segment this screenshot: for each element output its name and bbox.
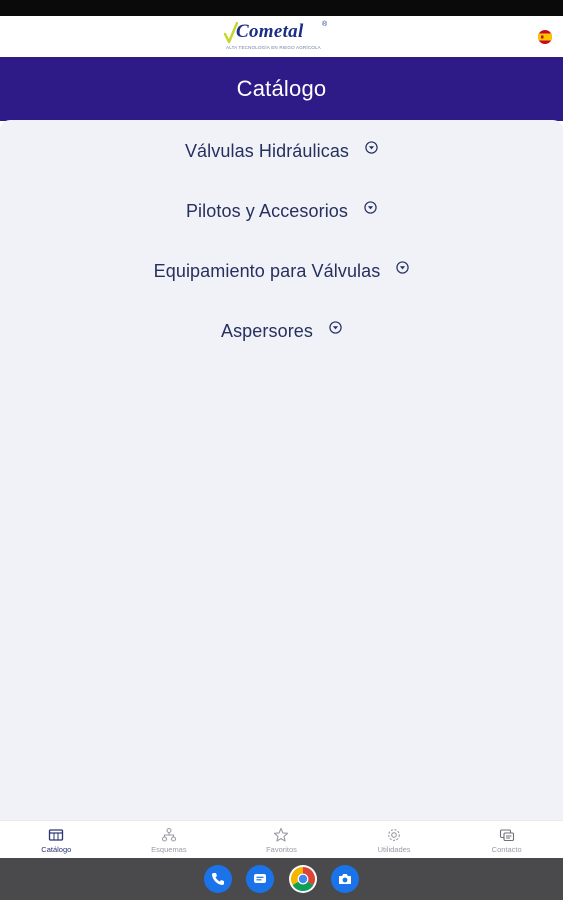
catalog-item-pilotos-accesorios[interactable]: Pilotos y Accesorios — [0, 191, 563, 231]
contact-icon — [499, 829, 514, 842]
catalog-item-equipamiento-valvulas[interactable]: Equipamiento para Válvulas — [0, 251, 563, 291]
phone-app-icon[interactable] — [204, 865, 232, 893]
schemes-icon — [161, 827, 176, 842]
chevron-down-circle-icon[interactable] — [365, 140, 378, 154]
logo-text: Cometal — [236, 21, 304, 42]
app-header: Cometal ® ALTA TECNOLOGÍA EN RIEGO AGRÍC… — [0, 16, 563, 57]
catalog-item-label: Válvulas Hidráulicas — [184, 140, 350, 161]
system-dock — [0, 858, 563, 900]
nav-label: Catálogo — [41, 845, 72, 854]
catalog-item-aspersores[interactable]: Aspersores — [0, 311, 563, 351]
chevron-down-circle-icon[interactable] — [364, 200, 377, 214]
nav-tab-catalogo[interactable]: Catálogo — [0, 821, 113, 858]
title-bar: Catálogo — [0, 57, 563, 121]
cometal-logo: Cometal ® ALTA TECNOLOGÍA EN RIEGO AGRÍC… — [222, 19, 340, 53]
star-icon — [274, 827, 289, 842]
catalog-item-label: Equipamiento para Válvulas — [153, 260, 381, 281]
chevron-down-circle-icon[interactable] — [396, 260, 410, 274]
catalog-item-label: Pilotos y Accesorios — [185, 200, 349, 221]
chrome-app-icon[interactable] — [289, 865, 317, 893]
bottom-nav: Catálogo Esquemas Favoritos Utilidades C… — [0, 820, 563, 858]
nav-label: Utilidades — [377, 845, 411, 854]
flag-spain-icon[interactable] — [538, 30, 552, 44]
catalog-item-label: Aspersores — [220, 320, 314, 341]
nav-label: Favoritos — [266, 845, 297, 854]
nav-tab-contacto[interactable]: Contacto — [450, 821, 563, 858]
catalog-icon — [49, 829, 64, 841]
logo-tagline: ALTA TECNOLOGÍA EN RIEGO AGRÍCOLA — [226, 45, 321, 50]
catalog-list: Válvulas Hidráulicas Pilotos y Accesorio… — [0, 120, 563, 820]
page-title: Catálogo — [236, 76, 327, 101]
nav-tab-favoritos[interactable]: Favoritos — [225, 821, 338, 858]
status-bar — [0, 0, 563, 16]
chevron-down-circle-icon[interactable] — [329, 320, 342, 334]
catalog-item-valvulas-hidraulicas[interactable]: Válvulas Hidráulicas — [0, 131, 563, 171]
nav-label: Esquemas — [151, 845, 187, 854]
nav-tab-esquemas[interactable]: Esquemas — [113, 821, 226, 858]
gear-icon — [388, 829, 400, 841]
camera-app-icon[interactable] — [331, 865, 359, 893]
messages-app-icon[interactable] — [246, 865, 274, 893]
nav-tab-utilidades[interactable]: Utilidades — [338, 821, 451, 858]
logo-registered-mark: ® — [322, 21, 328, 28]
nav-label: Contacto — [491, 845, 522, 854]
